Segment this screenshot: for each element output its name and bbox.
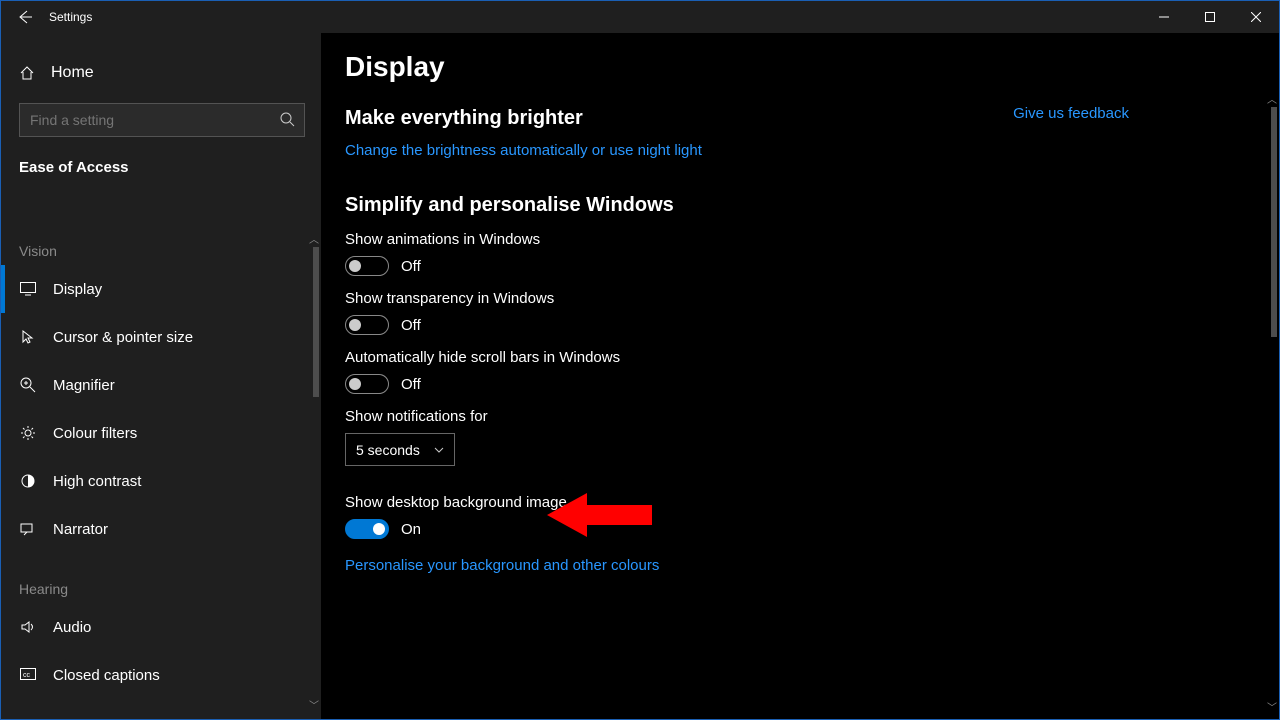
close-button[interactable]	[1233, 1, 1279, 33]
desktop-bg-state: On	[401, 521, 421, 538]
home-icon	[19, 65, 35, 81]
show-animations-toggle[interactable]	[345, 256, 389, 276]
sidebar-item-label: Colour filters	[53, 425, 137, 442]
svg-text:cc: cc	[23, 672, 31, 679]
back-button[interactable]	[1, 1, 49, 33]
search-icon	[279, 111, 295, 127]
sidebar-item-label: Display	[53, 281, 102, 298]
sidebar-item-label: Audio	[53, 619, 91, 636]
auto-hide-scroll-toggle[interactable]	[345, 374, 389, 394]
home-nav[interactable]: Home	[1, 43, 321, 103]
show-transparency-label: Show transparency in Windows	[345, 290, 1255, 307]
sidebar-item-audio[interactable]: Audio	[1, 603, 321, 651]
show-animations-state: Off	[401, 258, 421, 275]
group-vision: Vision	[1, 223, 321, 265]
scroll-down-arrow[interactable]: ﹀	[1267, 701, 1277, 711]
sidebar-item-magnifier[interactable]: Magnifier	[1, 361, 321, 409]
nav-list: Vision Display Cursor & pointer size Mag…	[1, 223, 321, 719]
sidebar-item-cursor[interactable]: Cursor & pointer size	[1, 313, 321, 361]
sidebar-item-label: Narrator	[53, 521, 108, 538]
cursor-icon	[19, 329, 37, 345]
sidebar-item-closed-captions[interactable]: cc Closed captions	[1, 651, 321, 699]
sidebar-item-label: Magnifier	[53, 377, 115, 394]
cc-icon: cc	[19, 668, 37, 682]
sidebar-scrollbar[interactable]: ︿ ﹀	[309, 235, 319, 707]
sidebar: Home Ease of Access Vision Display Curso…	[1, 33, 321, 719]
notifications-dropdown[interactable]: 5 seconds	[345, 433, 455, 466]
main-content: Display Give us feedback Make everything…	[321, 33, 1279, 719]
sidebar-item-narrator[interactable]: Narrator	[1, 505, 321, 553]
personalise-link[interactable]: Personalise your background and other co…	[345, 557, 659, 574]
scroll-up-arrow[interactable]: ︿	[309, 233, 319, 243]
sidebar-item-display[interactable]: Display	[1, 265, 321, 313]
chevron-down-icon	[434, 447, 444, 453]
scroll-up-arrow[interactable]: ︿	[1267, 93, 1277, 103]
sidebar-item-label: Closed captions	[53, 667, 160, 684]
brightness-link[interactable]: Change the brightness automatically or u…	[345, 142, 702, 159]
titlebar: Settings	[1, 1, 1279, 33]
magnifier-icon	[19, 377, 37, 393]
feedback-link[interactable]: Give us feedback	[1013, 105, 1129, 122]
show-transparency-toggle[interactable]	[345, 315, 389, 335]
minimize-button[interactable]	[1141, 1, 1187, 33]
show-animations-label: Show animations in Windows	[345, 231, 1255, 248]
sidebar-item-label: High contrast	[53, 473, 141, 490]
maximize-button[interactable]	[1187, 1, 1233, 33]
main-scrollbar[interactable]: ︿ ﹀	[1267, 93, 1277, 711]
speaker-icon	[19, 619, 37, 635]
window-controls	[1141, 1, 1279, 33]
show-transparency-state: Off	[401, 317, 421, 334]
desktop-bg-label: Show desktop background image	[345, 494, 1255, 511]
sidebar-item-label: Cursor & pointer size	[53, 329, 193, 346]
category-title: Ease of Access	[1, 137, 321, 186]
search-input[interactable]	[19, 103, 305, 137]
auto-hide-scroll-label: Automatically hide scroll bars in Window…	[345, 349, 1255, 366]
group-hearing: Hearing	[1, 553, 321, 603]
notifications-label: Show notifications for	[345, 408, 1255, 425]
desktop-bg-toggle[interactable]	[345, 519, 389, 539]
sidebar-item-colour-filters[interactable]: Colour filters	[1, 409, 321, 457]
main-scroll-thumb[interactable]	[1271, 107, 1277, 337]
home-label: Home	[51, 64, 94, 82]
monitor-icon	[19, 282, 37, 296]
brightness-icon	[19, 425, 37, 441]
dropdown-value: 5 seconds	[356, 442, 420, 458]
section-simplify: Simplify and personalise Windows	[345, 194, 1255, 217]
sidebar-scroll-thumb[interactable]	[313, 247, 319, 397]
contrast-icon	[19, 473, 37, 489]
page-title: Display	[345, 51, 1255, 83]
window-title: Settings	[49, 10, 92, 24]
narrator-icon	[19, 521, 37, 537]
sidebar-item-high-contrast[interactable]: High contrast	[1, 457, 321, 505]
scroll-down-arrow[interactable]: ﹀	[309, 699, 319, 709]
auto-hide-scroll-state: Off	[401, 376, 421, 393]
